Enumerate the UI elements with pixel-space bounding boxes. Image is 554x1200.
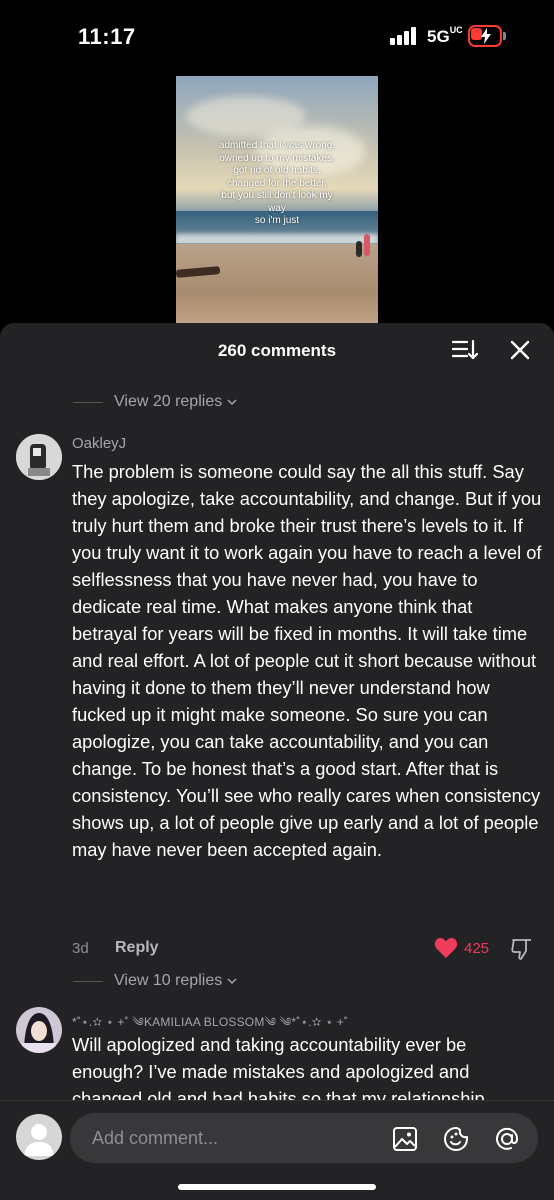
image-icon[interactable] [392, 1126, 418, 1152]
home-indicator[interactable] [178, 1184, 376, 1190]
heart-icon [434, 938, 458, 958]
network-type: 5GUC [427, 25, 463, 46]
emoji-icon[interactable] [443, 1126, 469, 1152]
video-overlay-text: admitted that i was wrong, owned up to m… [218, 140, 336, 226]
comment-text: The problem is someone could say the all… [72, 461, 542, 860]
reply-button[interactable]: Reply [115, 939, 159, 957]
status-bar: 11:17 5GUC [0, 0, 554, 70]
mention-icon[interactable] [494, 1126, 520, 1152]
view-replies-button[interactable]: View 10 replies [73, 972, 237, 990]
status-time: 11:17 [78, 24, 136, 49]
chevron-down-icon [227, 399, 237, 406]
sort-icon[interactable] [452, 338, 478, 362]
chevron-down-icon [227, 978, 237, 985]
comment-input[interactable] [92, 1113, 382, 1163]
comment-input-field[interactable] [70, 1113, 538, 1163]
close-icon[interactable] [508, 338, 532, 362]
default-avatar-icon [24, 1124, 54, 1156]
like-count: 425 [464, 939, 490, 957]
video-preview[interactable]: admitted that i was wrong, owned up to m… [176, 76, 378, 326]
comments-header: 260 comments [0, 323, 554, 377]
cellular-signal-icon [390, 27, 420, 45]
dislike-icon[interactable] [510, 937, 534, 961]
charging-bolt-icon [481, 28, 491, 44]
comments-sheet: 260 comments View 20 replies OakleyJ The… [0, 323, 554, 1200]
user-avatar [16, 1114, 62, 1160]
comment-username[interactable]: OakleyJ [72, 435, 126, 452]
comment-meta: 3d Reply [72, 939, 159, 957]
view-replies-button[interactable]: View 20 replies [73, 393, 237, 411]
comment-age: 3d [72, 939, 89, 957]
like-button[interactable]: 425 [434, 937, 489, 959]
avatar[interactable] [16, 434, 62, 480]
avatar[interactable] [16, 1007, 62, 1053]
battery-icon [468, 25, 508, 47]
